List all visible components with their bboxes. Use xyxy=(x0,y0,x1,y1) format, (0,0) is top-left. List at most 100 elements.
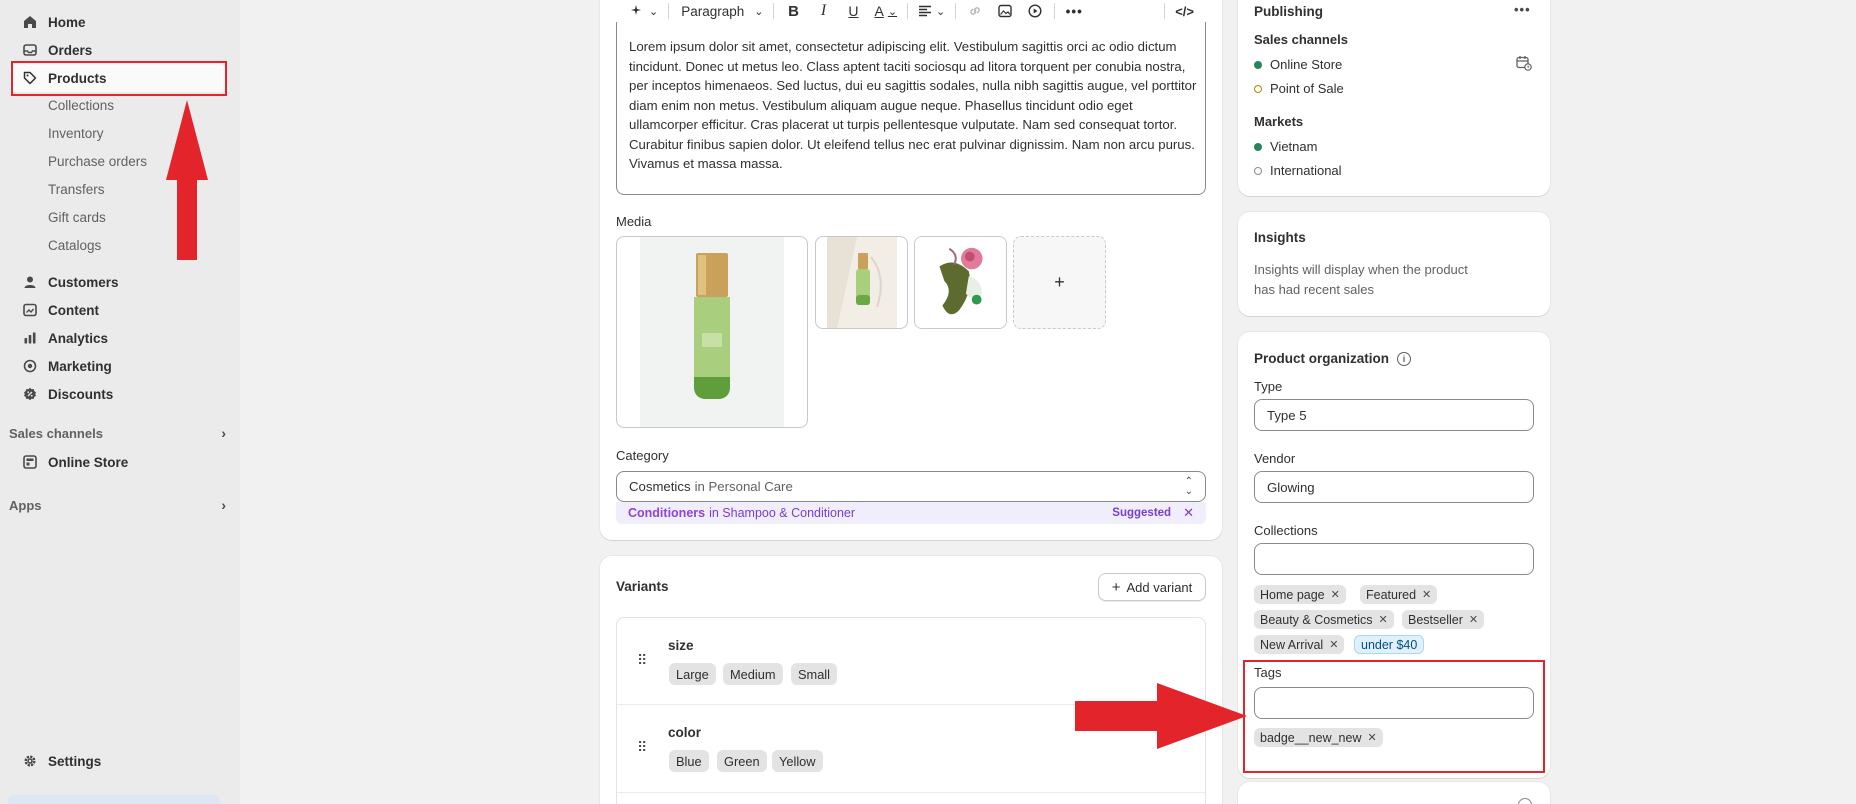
channel-point-of-sale: Point of Sale xyxy=(1254,81,1344,96)
schedule-calendar-icon[interactable] xyxy=(1516,55,1532,74)
add-media-button[interactable]: + xyxy=(1013,236,1106,329)
image-icon xyxy=(998,4,1012,18)
type-input[interactable]: Type 5 xyxy=(1254,399,1534,431)
publishing-more-icon[interactable]: ••• xyxy=(1514,2,1531,17)
collections-input[interactable] xyxy=(1254,543,1534,575)
vendor-input[interactable]: Glowing xyxy=(1254,471,1534,503)
media-label: Media xyxy=(616,214,652,229)
sidebar-subitem-inventory[interactable]: Inventory xyxy=(48,126,104,141)
section-label: Sales channels xyxy=(9,425,103,441)
market-name: International xyxy=(1270,163,1342,178)
remove-tag-icon[interactable]: ✕ xyxy=(1469,613,1478,626)
chevron-down-icon: ⌄ xyxy=(936,5,946,18)
sidebar-item-settings[interactable]: Settings xyxy=(10,747,226,775)
sidebar-item-online-store[interactable]: Online Store xyxy=(10,448,226,476)
sidebar-item-content[interactable]: Content xyxy=(10,296,226,324)
status-inactive-dot xyxy=(1254,84,1262,93)
sidebar-subitem-transfers[interactable]: Transfers xyxy=(48,182,105,197)
sidebar-item-label: Customers xyxy=(48,274,119,290)
collection-tag: Beauty & Cosmetics ✕ xyxy=(1254,610,1394,629)
description-text[interactable]: Lorem ipsum dolor sit amet, consectetur … xyxy=(629,37,1197,174)
insert-image-button[interactable] xyxy=(996,0,1014,22)
sidebar-subitem-purchase-orders[interactable]: Purchase orders xyxy=(48,154,147,169)
remove-tag-icon[interactable]: ✕ xyxy=(1331,588,1340,601)
ai-magic-button[interactable]: ⌄ xyxy=(630,0,658,22)
type-label: Type xyxy=(1254,379,1283,394)
tag-text: New Arrival xyxy=(1260,637,1324,652)
sidebar-item-analytics[interactable]: Analytics xyxy=(10,324,226,352)
toolbar-divider xyxy=(907,3,909,19)
select-chevrons-icon: ⌃ ⌄ xyxy=(1184,476,1193,497)
sidebar-subitem-collections[interactable]: Collections xyxy=(48,98,114,113)
code-icon: </> xyxy=(1175,3,1194,19)
vendor-label: Vendor xyxy=(1254,451,1296,466)
media-tile-3[interactable] xyxy=(914,236,1007,329)
bold-button[interactable]: B xyxy=(784,0,802,22)
toolbar-divider xyxy=(955,3,957,19)
drag-handle-icon[interactable]: ⠿ xyxy=(637,652,647,669)
category-value: Cosmetics xyxy=(629,479,691,494)
remove-tag-icon[interactable]: ✕ xyxy=(1422,588,1431,601)
toolbar-divider xyxy=(668,3,670,19)
option-divider xyxy=(617,792,1205,793)
italic-button[interactable]: I xyxy=(814,0,832,22)
more-actions-button[interactable]: ••• xyxy=(1065,0,1083,22)
media-tile-primary[interactable] xyxy=(616,236,808,428)
add-variant-label: Add variant xyxy=(1126,579,1193,595)
underline-button[interactable]: U xyxy=(844,0,862,22)
chevron-right-icon: › xyxy=(221,497,226,513)
sidebar-subitem-gift-cards[interactable]: Gift cards xyxy=(48,210,106,225)
html-toggle-button[interactable]: </> xyxy=(1175,0,1194,22)
insights-text-line1: Insights will display when the product xyxy=(1254,262,1468,277)
market-name: Vietnam xyxy=(1270,139,1318,154)
suggested-badge: Suggested xyxy=(1112,507,1172,519)
collection-tag: Bestseller ✕ xyxy=(1402,610,1485,629)
toolbar-divider xyxy=(773,3,775,19)
tag-text: Beauty & Cosmetics xyxy=(1260,612,1373,627)
remove-tag-icon[interactable]: ✕ xyxy=(1329,638,1338,651)
insert-video-button[interactable] xyxy=(1026,0,1044,22)
description-editor[interactable]: Lorem ipsum dolor sit amet, consectetur … xyxy=(616,22,1206,195)
text-color-button[interactable]: A ⌄ xyxy=(874,0,897,22)
chevron-down-icon: ⌄ xyxy=(754,5,764,18)
option-name-size: size xyxy=(668,638,694,653)
variants-title: Variants xyxy=(616,579,669,594)
toolbar-divider xyxy=(1054,3,1056,19)
collection-tag: Featured ✕ xyxy=(1360,585,1438,604)
gear-icon xyxy=(22,753,38,769)
category-label: Category xyxy=(616,448,669,463)
remove-tag-icon[interactable]: ✕ xyxy=(1379,613,1388,626)
sidebar-item-home[interactable]: Home xyxy=(10,8,226,36)
add-variant-button[interactable]: + Add variant xyxy=(1098,573,1206,601)
sidebar-item-marketing[interactable]: Marketing xyxy=(10,352,226,380)
category-context: in Personal Care xyxy=(694,479,793,494)
option-value-chip: Large xyxy=(669,663,716,685)
align-left-icon xyxy=(919,5,932,17)
status-active-dot xyxy=(1254,142,1262,151)
media-tile-2[interactable] xyxy=(815,236,908,329)
product-bottle-image xyxy=(640,237,784,427)
sidebar-item-label: Orders xyxy=(48,42,93,58)
sidebar-item-discounts[interactable]: Discounts xyxy=(10,380,226,408)
dismiss-suggestion-icon[interactable]: ✕ xyxy=(1183,505,1194,521)
paragraph-style-select[interactable]: Paragraph ⌄ xyxy=(681,0,763,22)
sidebar-item-orders[interactable]: Orders xyxy=(10,36,226,64)
plus-icon: + xyxy=(1054,272,1065,292)
sidebar-section-apps[interactable]: Apps › xyxy=(9,497,226,513)
category-select[interactable]: Cosmetics in Personal Care ⌃ ⌄ xyxy=(616,471,1206,502)
info-icon[interactable]: i xyxy=(1397,351,1411,366)
sidebar-footer-strip xyxy=(8,795,220,804)
collection-tag: New Arrival ✕ xyxy=(1254,635,1345,654)
align-button[interactable]: ⌄ xyxy=(918,0,945,22)
option-value-chip: Medium xyxy=(723,663,783,685)
sidebar-subitem-catalogs[interactable]: Catalogs xyxy=(48,238,101,253)
channel-name: Online Store xyxy=(1270,57,1343,72)
sidebar-item-customers[interactable]: Customers xyxy=(10,268,226,296)
sidebar-section-sales-channels[interactable]: Sales channels › xyxy=(9,425,226,441)
sidebar-item-label: Home xyxy=(48,14,86,30)
drag-handle-icon[interactable]: ⠿ xyxy=(637,739,647,756)
link-button[interactable] xyxy=(966,0,984,22)
content-icon xyxy=(22,302,38,318)
category-suggestion[interactable]: Conditioners in Shampoo & Conditioner Su… xyxy=(616,502,1206,524)
next-card xyxy=(1238,782,1550,804)
